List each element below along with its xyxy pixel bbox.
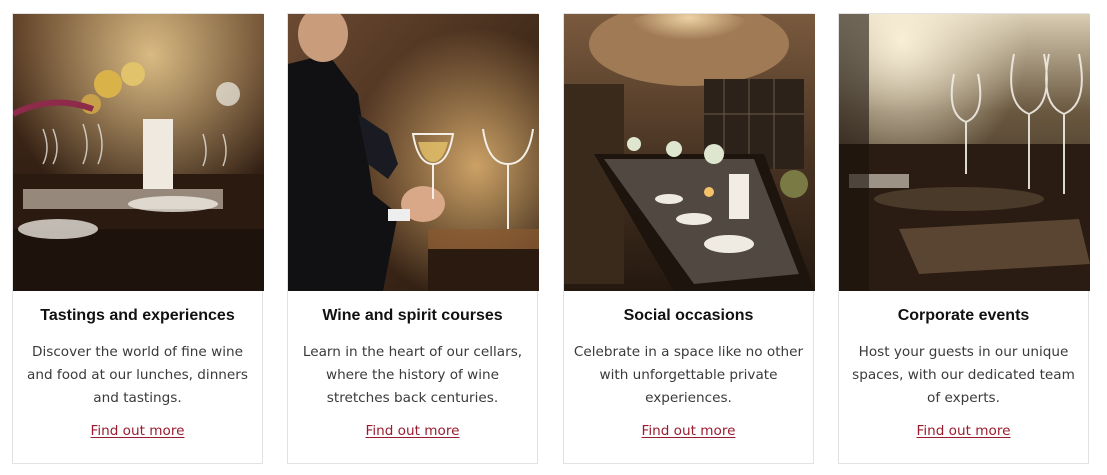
card-title: Wine and spirit courses [322,307,503,324]
card-description: Celebrate in a space like no other with … [573,344,804,406]
card-title: Corporate events [897,307,1030,324]
card-description: Host your guests in our unique spaces, w… [852,344,1075,406]
find-out-more-link[interactable]: Find out more [288,423,537,439]
card-corporate: Corporate events Host your guests in our… [838,13,1090,464]
tastings-photo [13,14,264,291]
find-out-more-link[interactable]: Find out more [13,423,262,439]
card-title: Social occasions [623,307,754,324]
corporate-photo [839,14,1090,291]
card-tastings: Tastings and experiences Discover the wo… [12,13,264,464]
card-social: Social occasions Celebrate in a space li… [563,13,815,464]
card-courses: Wine and spirit courses Learn in the hea… [287,13,539,464]
card-description: Discover the world of fine wine and food… [27,344,248,406]
find-out-more-link[interactable]: Find out more [564,423,813,439]
social-photo [564,14,815,291]
courses-photo [288,14,539,291]
card-title: Tastings and experiences [40,307,235,324]
find-out-more-link[interactable]: Find out more [839,423,1088,439]
card-description: Learn in the heart of our cellars, where… [302,344,523,406]
